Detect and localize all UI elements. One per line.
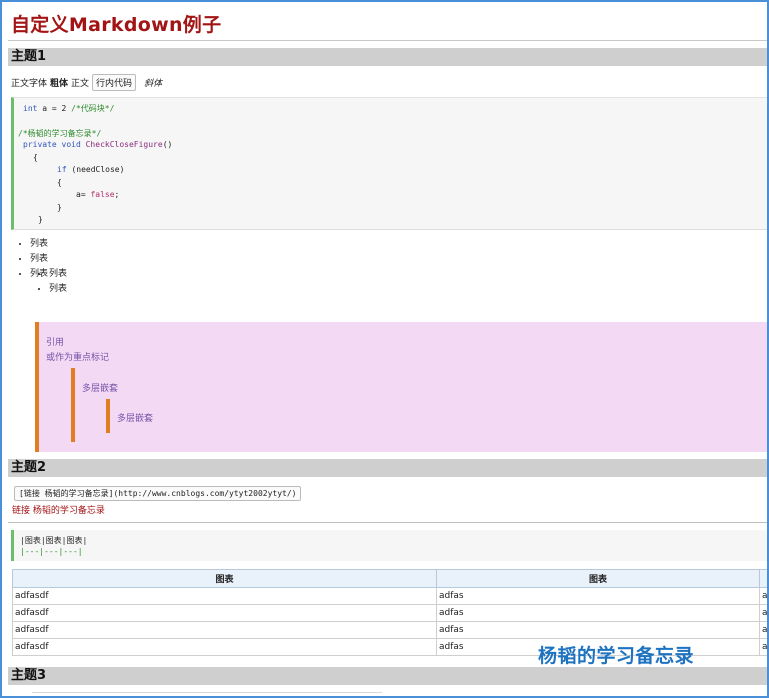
code-block[interactable]: int a = 2 /*代码块*/ /*杨韬的学习备忘录*/ private v… [11,97,767,230]
table-cell: adfasdf [12,587,437,605]
code-line-3: private void CheckCloseFigure() [23,140,173,149]
table-row: adfasdf adfas a [12,587,767,605]
table-cell: adfasdf [12,604,437,622]
inline-code: 行内代码 [92,73,137,91]
code-line-7: a= false; [76,190,120,199]
quote-nested-text-2: 多层嵌套 [117,414,154,424]
table-markdown-code: |图表|图表|图表| |---|---|---| [11,530,767,561]
table-cell: adfas [436,621,760,639]
table-code-line-1: |图表|图表|图表| [20,536,88,545]
table-cell: adfasdf [12,638,437,656]
table-row: adfasdf adfas a [12,604,767,622]
inline-format-row: 正文字体 粗体 正文 行内代码 斜体 [11,73,163,91]
list-item: 列表 列表 列表 [30,252,67,294]
code-line-6: { [57,178,62,187]
watermark: 杨韬的学习备忘录 [538,645,695,667]
quote-text-2: 或作为重点标记 [46,353,110,363]
quote-bar-3 [106,399,110,433]
section-heading-2: 主题2 [8,459,767,477]
list-item: 列表 [49,267,67,282]
table-cell: a [759,621,767,639]
blockquote [35,322,767,452]
list-item: 列表 [49,282,67,297]
content-divider [8,522,767,523]
table-header-cell [759,569,767,588]
quote-bar-1 [35,322,39,452]
title-divider [8,40,767,41]
link-markdown-code: [链接 杨韬的学习备忘录](http://www.cnblogs.com/yty… [14,486,302,501]
section-heading-3: 主题3 [8,667,767,685]
list-item: 列表 [30,237,67,252]
code-line-2: /*杨韬的学习备忘录*/ [18,129,102,138]
table-cell: a [759,604,767,622]
quote-bar-2 [71,368,75,442]
table-cell: a [759,587,767,605]
code-line-1: int a = 2 /*代码块*/ [23,104,115,113]
italic-text: 斜体 [144,78,163,89]
bold-text: 粗体 [50,78,69,89]
table-cell: adfasdf [12,621,437,639]
normal-text-2: 正文 [71,78,90,89]
table-cell: adfas [436,604,760,622]
bullet-list: 列表 列表 列表 列表 列表 [11,237,67,294]
table-header-cell: 图表 [436,569,760,588]
quote-text-1: 引用 [46,338,65,348]
bottom-divider [32,692,382,693]
code-line-9: } [38,215,43,224]
document-frame: 自定义Markdown例子 主题1 正文字体 粗体 正文 行内代码 斜体 int… [0,0,769,698]
page-title: 自定义Markdown例子 [11,14,222,36]
table-header-cell: 图表 [12,569,437,588]
code-line-4: { [33,153,38,162]
section-heading-1: 主题1 [8,48,767,66]
table-cell: adfas [436,587,760,605]
table-code-line-2: |---|---|---| [20,547,83,556]
code-line-5: if (needClose) [57,165,125,174]
table-cell: a [759,638,767,656]
code-line-8: } [57,203,62,212]
rendered-link[interactable]: 链接 杨韬的学习备忘录 [12,503,105,516]
table-row: adfasdf adfas a [12,621,767,639]
normal-text: 正文字体 [11,78,48,89]
quote-nested-text-1: 多层嵌套 [82,384,119,394]
table-header-row: 图表 图表 [12,569,767,588]
